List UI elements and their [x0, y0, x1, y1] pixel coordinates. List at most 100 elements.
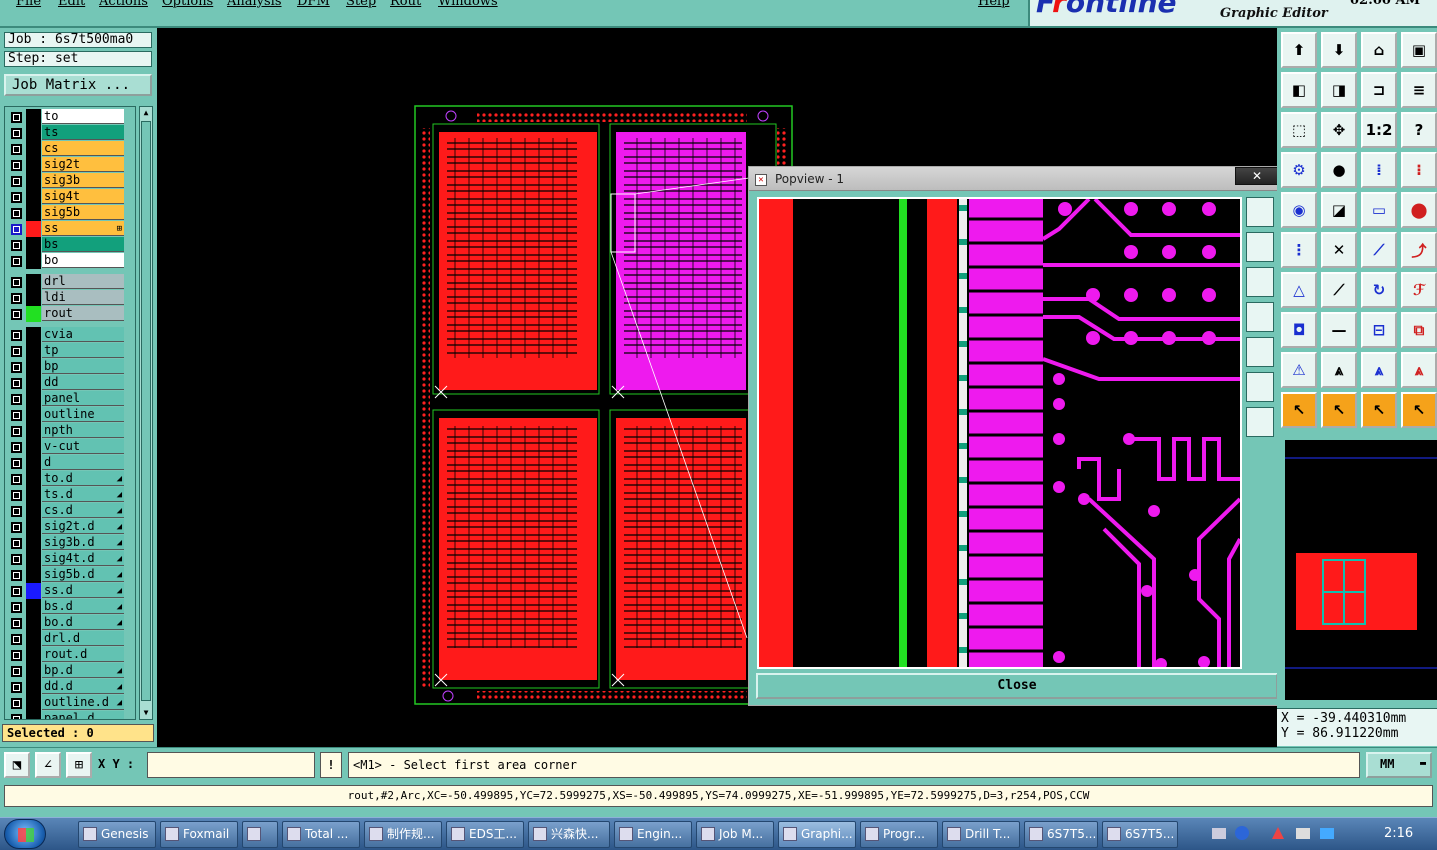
layer-name[interactable]: drl.d: [42, 631, 124, 646]
layer-checkbox[interactable]: [11, 309, 22, 320]
layer-name[interactable]: cvia: [42, 327, 124, 342]
popview-titlebar[interactable]: ✕ Popview - 1 ✕: [749, 167, 1284, 191]
taskbar-item[interactable]: [242, 821, 278, 848]
layer-color-swatch[interactable]: [26, 327, 41, 343]
layer-name[interactable]: bo.d ◢: [42, 615, 124, 630]
snap-grid-icon[interactable]: ⬔: [4, 752, 30, 778]
layer-name[interactable]: sig2t: [42, 157, 124, 172]
scroll-thumb[interactable]: [141, 121, 151, 701]
layer-name[interactable]: drl: [42, 274, 124, 289]
layer-color-swatch[interactable]: [26, 679, 41, 695]
layer-color-swatch[interactable]: [26, 141, 41, 157]
taskbar-item[interactable]: 兴森快...: [528, 821, 610, 848]
layer-checkbox[interactable]: [11, 330, 22, 341]
layer-checkbox[interactable]: [11, 634, 22, 645]
layer-checkbox[interactable]: [11, 208, 22, 219]
layer-color-swatch[interactable]: [26, 519, 41, 535]
select-box-icon[interactable]: ↖: [1321, 392, 1357, 428]
popview-zoom-in-icon[interactable]: [1246, 197, 1274, 227]
layer-color-swatch[interactable]: [26, 599, 41, 615]
layer-name[interactable]: to.d ◢: [42, 471, 124, 486]
layer-row[interactable]: outline.d ◢: [5, 695, 135, 711]
layer-checkbox[interactable]: [11, 586, 22, 597]
text-tool-icon[interactable]: ℱ: [1401, 272, 1437, 308]
layer-checkbox[interactable]: [11, 698, 22, 709]
layer-checkbox[interactable]: [11, 602, 22, 613]
layer-color-swatch[interactable]: [26, 423, 41, 439]
layer-color-swatch[interactable]: [26, 221, 41, 237]
layer-color-swatch[interactable]: [26, 583, 41, 599]
layer-name[interactable]: d: [42, 455, 124, 470]
cross-icon[interactable]: ✕: [1321, 232, 1357, 268]
layer-checkbox[interactable]: [11, 650, 22, 661]
layer-name[interactable]: to: [42, 109, 124, 124]
layer-name[interactable]: v-cut: [42, 439, 124, 454]
layer-name[interactable]: ts.d ◢: [42, 487, 124, 502]
zoom-down-icon[interactable]: ⬇: [1321, 32, 1357, 68]
layer-row[interactable]: rout: [5, 306, 135, 322]
measure-icon[interactable]: ●: [1321, 152, 1357, 188]
drill-icon[interactable]: ⬤: [1401, 192, 1437, 228]
layer-name[interactable]: sig2t.d ◢: [42, 519, 124, 534]
layer-row[interactable]: bo: [5, 253, 135, 269]
menu-edit[interactable]: Edit: [58, 0, 85, 9]
layer-color-swatch[interactable]: [26, 189, 41, 205]
layer-checkbox[interactable]: [11, 224, 22, 235]
menu-file[interactable]: File: [16, 0, 41, 9]
select-circle-icon[interactable]: ↖: [1361, 392, 1397, 428]
layer-checkbox[interactable]: [11, 346, 22, 357]
menu-actions[interactable]: Actions: [99, 0, 148, 9]
fit-profile-icon[interactable]: ✥: [1321, 112, 1357, 148]
popview-close-button[interactable]: Close: [756, 673, 1278, 699]
overview-map[interactable]: [1285, 440, 1437, 700]
layer-color-swatch[interactable]: [26, 551, 41, 567]
layer-row[interactable]: to: [5, 109, 135, 125]
layer-color-swatch[interactable]: [26, 306, 41, 322]
layer-name[interactable]: bs.d ◢: [42, 599, 124, 614]
layer-row[interactable]: ts: [5, 125, 135, 141]
layer-name[interactable]: ldi: [42, 290, 124, 305]
layer-name[interactable]: outline: [42, 407, 124, 422]
help-icon[interactable]: ?: [1401, 112, 1437, 148]
layer-color-swatch[interactable]: [26, 375, 41, 391]
layer-name[interactable]: rout.d: [42, 647, 124, 662]
layer-color-swatch[interactable]: [26, 173, 41, 189]
width-icon[interactable]: ⩓: [1361, 352, 1397, 388]
layer-row[interactable]: bp: [5, 359, 135, 375]
layer-checkbox[interactable]: [11, 394, 22, 405]
redraw-icon[interactable]: ⊐: [1361, 72, 1397, 108]
job-matrix-button[interactable]: Job Matrix ...: [4, 74, 152, 96]
menu-dfm[interactable]: DFM: [297, 0, 330, 9]
layer-row[interactable]: to.d ◢: [5, 471, 135, 487]
layer-color-swatch[interactable]: [26, 471, 41, 487]
menu-windows[interactable]: Windows: [438, 0, 498, 9]
close-icon[interactable]: ✕: [1235, 167, 1279, 185]
layer-color-swatch[interactable]: [26, 237, 41, 253]
layer-name[interactable]: bp: [42, 359, 124, 374]
merge-icon[interactable]: ⧉: [1401, 312, 1437, 348]
layer-checkbox[interactable]: [11, 490, 22, 501]
area-icon[interactable]: ⚠: [1281, 352, 1317, 388]
layer-color-swatch[interactable]: [26, 391, 41, 407]
start-button[interactable]: [4, 819, 46, 849]
taskbar-clock[interactable]: 2:16: [1384, 826, 1413, 841]
slash-icon[interactable]: ⟋: [1321, 272, 1357, 308]
taskbar-item[interactable]: Drill T...: [942, 821, 1020, 848]
layer-row[interactable]: sig3b: [5, 173, 135, 189]
taskbar-item[interactable]: 6S7T5...: [1102, 821, 1178, 848]
taskbar-item[interactable]: Graphi...: [778, 821, 856, 848]
layer-row[interactable]: drl: [5, 274, 135, 290]
layer-checkbox[interactable]: [11, 256, 22, 267]
layer-row[interactable]: cvia: [5, 327, 135, 343]
taskbar-item[interactable]: Progr...: [860, 821, 938, 848]
triangle-tool-icon[interactable]: △: [1281, 272, 1317, 308]
layer-checkbox[interactable]: [11, 442, 22, 453]
layer-color-swatch[interactable]: [26, 711, 41, 719]
popview-fit-icon[interactable]: [1246, 372, 1274, 402]
fit-icon[interactable]: ⬚: [1281, 112, 1317, 148]
layer-checkbox[interactable]: [11, 362, 22, 373]
layer-name[interactable]: dd.d ◢: [42, 679, 124, 694]
layer-color-swatch[interactable]: [26, 359, 41, 375]
layer-name[interactable]: sig3b: [42, 173, 124, 188]
layer-checkbox[interactable]: [11, 522, 22, 533]
